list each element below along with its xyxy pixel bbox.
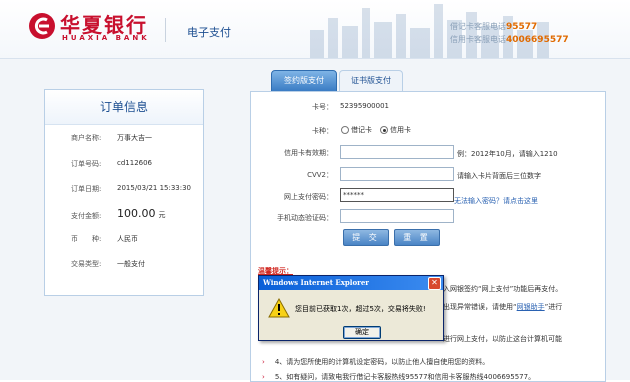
amount-unit: 元 (158, 211, 166, 219)
currency-label: 币 种: (71, 235, 102, 243)
password-label: 网上支付密码： (284, 193, 333, 201)
amount-value: 100.00 (117, 207, 156, 220)
credit-hotline-label: 信用卡客服电话 (450, 35, 506, 44)
tip-line-2-end: ”进行 (544, 303, 563, 311)
tip-line-3: 进行网上支付，以防止这台计算机可能 (443, 335, 562, 343)
order-row-type: 交易类型: 一般支付 (45, 259, 203, 279)
merchant-label: 商户名称: (71, 134, 102, 142)
debit-hotline-number: 95577 (506, 22, 538, 32)
tab-signed-payment[interactable]: 签约版支付 (271, 70, 337, 92)
order-date-label: 订单日期: (71, 185, 102, 193)
tip-arrow-icon: › (262, 358, 265, 366)
order-number-label: 订单号码: (71, 160, 102, 168)
bank-name-en: HUAXIA BANK (62, 34, 150, 42)
order-row-merchant: 商户名称: 万事大吉一 (45, 133, 203, 153)
expiry-label: 信用卡有效期： (284, 149, 333, 157)
reset-button[interactable]: 重 置 (394, 229, 440, 246)
expiry-hint: 例：2012年10月，请输入1210 (457, 150, 558, 158)
trade-type-value: 一般支付 (117, 260, 145, 268)
cvv-label: CVV2： (307, 171, 333, 179)
cvv-input[interactable] (340, 167, 454, 181)
netbank-helper-link[interactable]: 网银助手 (517, 303, 545, 311)
dialog-title: Windows Internet Explorer (259, 276, 443, 290)
radio-credit[interactable]: 信用卡 (380, 125, 411, 135)
ok-button[interactable]: 确定 (343, 326, 381, 339)
radio-credit-label: 信用卡 (390, 126, 411, 134)
amount-value-wrap: 100.00 元 (117, 207, 166, 220)
tip-line-4-text: 4、请为您所使用的计算机设定密码，以防止他人擅自使用您的资料。 (274, 358, 490, 366)
submit-button[interactable]: 提 交 (343, 229, 389, 246)
sms-code-input[interactable] (340, 209, 454, 223)
order-row-amount: 支付金额: 100.00 元 (45, 207, 203, 229)
expiry-input[interactable] (340, 145, 454, 159)
radio-credit-icon[interactable] (380, 126, 388, 134)
section-title: 电子支付 (187, 26, 231, 39)
credit-hotline-number: 4006695577 (506, 35, 569, 45)
debit-hotline-label: 借记卡客服电话 (450, 22, 506, 31)
password-help-link[interactable]: 无法输入密码？请点击这里 (454, 196, 538, 206)
card-type-label: 卡种： (312, 127, 333, 135)
order-row-number: 订单号码: cd112606 (45, 159, 203, 179)
page-header: 华夏银行 HUAXIA BANK 电子支付 借记卡客服电话95577 信用卡客服… (0, 0, 630, 59)
tab-certificate-payment[interactable]: 证书版支付 (339, 70, 403, 91)
debit-hotline: 借记卡客服电话95577 (450, 21, 537, 32)
close-icon[interactable]: ✕ (428, 277, 441, 290)
order-info-title: 订单信息 (45, 90, 203, 125)
card-number-value: 52395900001 (340, 102, 389, 110)
radio-debit[interactable]: 借记卡 (341, 125, 372, 135)
password-input[interactable]: ****** (340, 188, 454, 202)
header-divider (165, 18, 166, 42)
currency-value: 人民币 (117, 235, 138, 243)
amount-label: 支付金额: (71, 212, 102, 220)
huaxia-logo-icon (29, 13, 55, 39)
tip-line-1: 入网银签约“网上支付”功能后再支付。 (443, 285, 563, 293)
trade-type-label: 交易类型: (71, 260, 102, 268)
tip-line-2-text: 出现异常错误，请使用“ (443, 303, 517, 311)
warning-icon (268, 298, 290, 318)
alert-dialog: Windows Internet Explorer ✕ 您目前已获取1次，超过5… (258, 275, 444, 341)
order-info-panel: 订单信息 商户名称: 万事大吉一 订单号码: cd112606 订单日期: 20… (44, 89, 204, 296)
order-date-value: 2015/03/21 15:33:30 (117, 184, 192, 192)
sms-code-label: 手机动态验证码： (277, 214, 333, 222)
tip-line-4: › 4、请为您所使用的计算机设定密码，以防止他人擅自使用您的资料。 (262, 357, 489, 367)
cvv-hint: 请输入卡片背面后三位数字 (457, 172, 541, 180)
order-row-currency: 币 种: 人民币 (45, 234, 203, 254)
order-number-value: cd112606 (117, 159, 153, 167)
tip-line-2: 出现异常错误，请使用“网银助手”进行 (443, 302, 562, 312)
card-number-label: 卡号： (312, 103, 333, 111)
tip-line-5: › 5、如有疑问，请致电我行借记卡客服热线95577和信用卡客服热线4006695… (262, 372, 535, 382)
radio-debit-icon[interactable] (341, 126, 349, 134)
radio-debit-label: 借记卡 (351, 126, 372, 134)
merchant-value: 万事大吉一 (117, 134, 152, 142)
dialog-message: 您目前已获取1次，超过5次，交易将失败! (295, 305, 426, 313)
credit-hotline: 信用卡客服电话4006695577 (450, 34, 569, 45)
order-row-date: 订单日期: 2015/03/21 15:33:30 (45, 184, 203, 204)
